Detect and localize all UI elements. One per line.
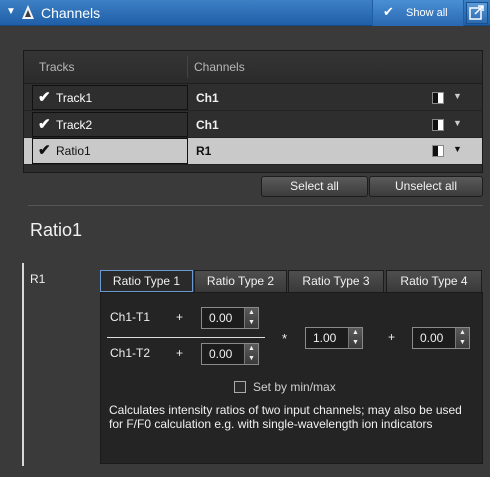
denominator-label: Ch1-T2 (110, 346, 151, 360)
panel-title-bar[interactable]: ▼ Channels ✔ Show all (0, 0, 490, 26)
checkbox-checked-icon[interactable]: ✔ (38, 141, 51, 159)
track-name: Ratio1 (56, 144, 91, 158)
group-bracket-line (22, 263, 24, 466)
column-header-tracks: Tracks (39, 60, 75, 74)
spin-arrows-icon[interactable]: ▲ ▼ (244, 344, 258, 364)
spinbox-value[interactable]: 0.00 (209, 311, 232, 325)
expand-button[interactable] (466, 2, 488, 24)
factor-spinbox[interactable]: 1.00 ▲ ▼ (305, 327, 363, 349)
checkbox-checked-icon[interactable]: ✔ (38, 115, 51, 133)
channel-cell[interactable]: Ch1 ▼ (188, 112, 482, 137)
table-row[interactable]: ✔ Track1 Ch1 ▼ (24, 85, 482, 111)
offset-spinbox[interactable]: 0.00 ▲ ▼ (412, 327, 470, 349)
tab-ratio-type-2[interactable]: Ratio Type 2 (194, 270, 287, 292)
track-cell[interactable]: ✔ Ratio1 (32, 138, 188, 164)
track-cell[interactable]: ✔ Track2 (32, 112, 188, 137)
set-by-minmax-checkbox[interactable] (234, 381, 246, 393)
channels-icon (22, 5, 34, 19)
column-header-channels: Channels (194, 60, 245, 74)
spinbox-value[interactable]: 0.00 (209, 347, 232, 361)
tab-ratio-type-3[interactable]: Ratio Type 3 (288, 270, 384, 292)
color-swatch[interactable] (432, 119, 444, 131)
channel-name: Ch1 (196, 118, 219, 132)
channel-name: Ch1 (196, 91, 219, 105)
triangle-down-icon[interactable]: ▼ (6, 6, 16, 17)
spin-arrows-icon[interactable]: ▲ ▼ (244, 308, 258, 328)
tab-ratio-type-1[interactable]: Ratio Type 1 (100, 270, 193, 292)
plus-sign: + (388, 330, 396, 344)
spin-arrows-icon[interactable]: ▲ ▼ (348, 328, 362, 348)
spinbox-value[interactable]: 0.00 (420, 331, 443, 345)
ratio-description: Calculates intensity ratios of two input… (109, 403, 462, 431)
show-all-label: Show all (406, 7, 448, 19)
check-icon: ✔ (383, 4, 394, 19)
section-title: Ratio1 (30, 220, 83, 240)
chevron-down-icon[interactable]: ▼ (453, 144, 462, 154)
table-row-selected[interactable]: ✔ Ratio1 R1 ▼ (24, 138, 482, 165)
fraction-line (107, 337, 265, 338)
chevron-down-icon[interactable]: ▼ (453, 91, 462, 101)
plus-sign: + (176, 310, 184, 324)
tab-ratio-type-4[interactable]: Ratio Type 4 (386, 270, 482, 292)
track-cell[interactable]: ✔ Track1 (32, 85, 188, 110)
color-swatch[interactable] (432, 92, 444, 104)
set-by-minmax-label[interactable]: Set by min/max (253, 380, 336, 394)
panel-title: Channels (41, 5, 101, 21)
expand-icon (469, 5, 484, 20)
spinbox-value[interactable]: 1.00 (313, 331, 336, 345)
multiply-sign: * (282, 331, 288, 346)
unselect-all-button[interactable]: Unselect all (369, 176, 483, 197)
table-row[interactable]: ✔ Track2 Ch1 ▼ (24, 112, 482, 138)
track-name: Track2 (56, 118, 93, 132)
divider (28, 205, 483, 206)
select-all-button[interactable]: Select all (261, 176, 368, 197)
channel-cell[interactable]: Ch1 ▼ (188, 85, 482, 110)
numerator-offset-spinbox[interactable]: 0.00 ▲ ▼ (201, 307, 259, 329)
table-header: Tracks Channels (24, 51, 482, 84)
show-all-button[interactable]: ✔ Show all (372, 0, 464, 26)
channel-cell[interactable]: R1 ▼ (188, 138, 482, 164)
column-divider (187, 56, 188, 78)
color-swatch[interactable] (432, 145, 444, 157)
plus-sign: + (176, 346, 184, 360)
channel-name: R1 (196, 144, 212, 158)
ratio-type-panel: Ch1-T1 + 0.00 ▲ ▼ Ch1-T2 + 0.00 ▲ ▼ * 1.00… (100, 292, 483, 464)
track-name: Track1 (56, 91, 93, 105)
numerator-label: Ch1-T1 (110, 310, 151, 324)
checkbox-checked-icon[interactable]: ✔ (38, 88, 51, 106)
denominator-offset-spinbox[interactable]: 0.00 ▲ ▼ (201, 343, 259, 365)
spin-arrows-icon[interactable]: ▲ ▼ (455, 328, 469, 348)
chevron-down-icon[interactable]: ▼ (453, 118, 462, 128)
channel-label: R1 (30, 272, 46, 286)
tracks-table: Tracks Channels ✔ Track1 Ch1 ▼ ✔ Track2 … (23, 50, 483, 173)
